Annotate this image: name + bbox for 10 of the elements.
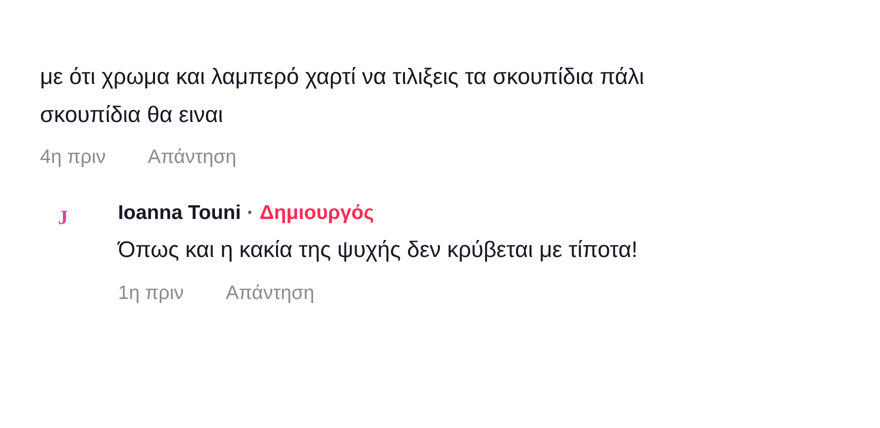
timestamp: 1η πριν [118,281,184,306]
avatar: J [58,206,69,231]
author-name[interactable]: Ioanna Touni [118,200,241,226]
comment-text: με ότι χρωμα και λαμπερό χαρτί να τιλιξεις τα σκουπίδια πάλι σκουπίδια θα ειναι [40,63,646,129]
reply-link[interactable]: Απάντηση [148,144,236,170]
reply-link[interactable]: Απάντηση [226,280,314,306]
reply-text: Όπως και η κακία της ψυχής δεν κρύβεται με τίποτα! [118,236,638,264]
creator-label: Δημιουργός [260,201,374,226]
timestamp: 4η πριν [40,145,106,170]
separator: · [246,201,254,226]
